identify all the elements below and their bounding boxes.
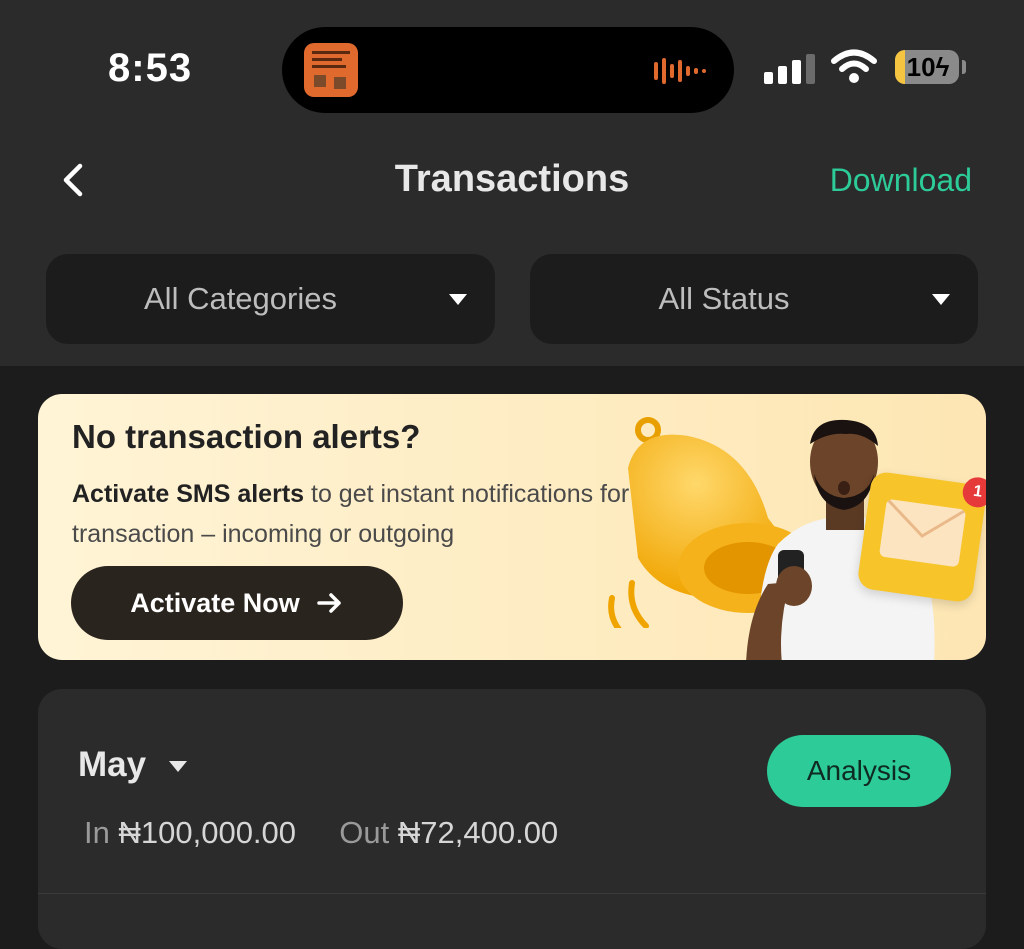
in-out-summary: In ₦100,000.00 Out ₦72,400.00 (84, 815, 558, 851)
month-selector[interactable]: May (78, 745, 146, 785)
charging-bolt-icon: ϟ (935, 52, 950, 82)
status-time: 8:53 (108, 46, 193, 90)
activate-now-button[interactable]: Activate Now (71, 566, 403, 640)
activate-now-label: Activate Now (130, 587, 300, 618)
audio-waveform-icon (654, 57, 706, 85)
battery-tip (962, 60, 966, 74)
album-art-icon (304, 43, 358, 97)
cellular-signal-icon (764, 52, 815, 84)
category-filter-dropdown[interactable]: All Categories (46, 254, 495, 344)
battery-level: 10 (906, 52, 936, 82)
dropdown-arrow-icon (449, 294, 467, 305)
in-label: In (84, 815, 110, 850)
out-label: Out (339, 815, 390, 850)
month-summary-card: May Analysis In ₦100,000.00 Out ₦72,400.… (38, 689, 986, 949)
arrow-right-icon (317, 593, 341, 613)
wifi-icon (831, 49, 877, 83)
sms-alert-banner[interactable]: No transaction alerts? Activate SMS aler… (38, 394, 986, 660)
analysis-button[interactable]: Analysis (767, 735, 951, 807)
download-button[interactable]: Download (830, 162, 972, 199)
back-chevron-icon[interactable] (52, 158, 96, 202)
category-filter-value: All Categories (144, 281, 337, 316)
out-amount: ₦72,400.00 (397, 815, 559, 850)
card-divider (38, 893, 986, 894)
in-amount: ₦100,000.00 (118, 815, 297, 850)
mail-notification-icon: 1 (856, 470, 986, 604)
battery-icon: 10ϟ (895, 50, 959, 84)
banner-title: No transaction alerts? (72, 418, 421, 455)
status-filter-value: All Status (658, 281, 790, 316)
dynamic-island[interactable] (282, 27, 734, 113)
month-dropdown-arrow-icon[interactable] (169, 761, 187, 772)
dropdown-arrow-icon (932, 294, 950, 305)
banner-highlight: Activate SMS alerts (72, 480, 305, 508)
status-filter-dropdown[interactable]: All Status (530, 254, 978, 344)
